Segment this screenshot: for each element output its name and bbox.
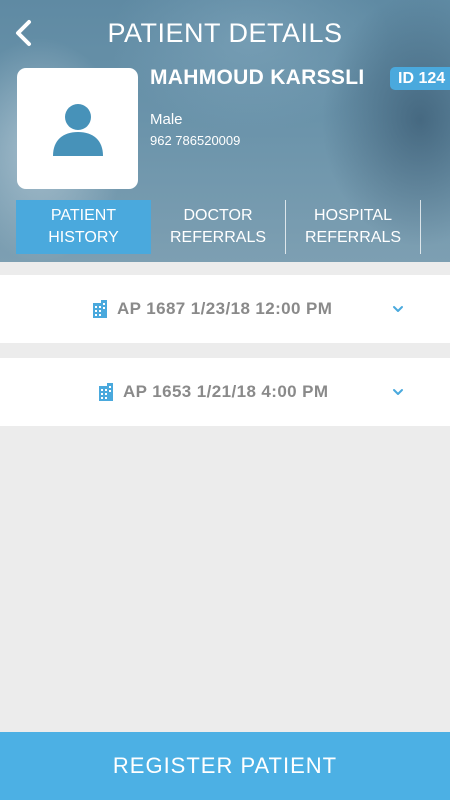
hospital-building-icon — [98, 383, 114, 401]
hospital-building-icon — [92, 300, 108, 318]
tab-patient-history[interactable]: PATIENT HISTORY — [16, 200, 151, 254]
user-icon — [52, 103, 103, 156]
tab-bar: PATIENT HISTORY DOCTOR REFERRALS HOSPITA… — [16, 200, 434, 254]
avatar — [17, 68, 138, 189]
patient-name: MAHMOUD KARSSLI — [150, 66, 365, 89]
appointment-label-wrap: AP 1653 1/21/18 4:00 PM — [98, 358, 328, 426]
appointment-label-wrap: AP 1687 1/23/18 12:00 PM — [92, 275, 332, 343]
appointment-row[interactable]: AP 1653 1/21/18 4:00 PM — [0, 358, 450, 426]
page-title: PATIENT DETAILS — [107, 18, 343, 48]
chevron-down-icon[interactable] — [391, 302, 405, 316]
header: PATIENT DETAILS MAHMOUD KARSSLI ID 124 M… — [0, 0, 450, 262]
patient-id-badge: ID 124 — [390, 67, 450, 90]
appointment-label: AP 1687 1/23/18 12:00 PM — [117, 299, 333, 318]
chevron-down-icon[interactable] — [391, 385, 405, 399]
tab-doctor-referrals[interactable]: DOCTOR REFERRALS — [151, 200, 286, 254]
register-patient-button[interactable]: REGISTER PATIENT — [0, 732, 450, 800]
tab-hospital-referrals[interactable]: HOSPITAL REFERRALS — [286, 200, 421, 254]
appointment-label: AP 1653 1/21/18 4:00 PM — [123, 382, 329, 401]
patient-phone: 962 786520009 — [150, 133, 241, 148]
patient-gender: Male — [150, 111, 183, 128]
appointment-row[interactable]: AP 1687 1/23/18 12:00 PM — [0, 275, 450, 343]
